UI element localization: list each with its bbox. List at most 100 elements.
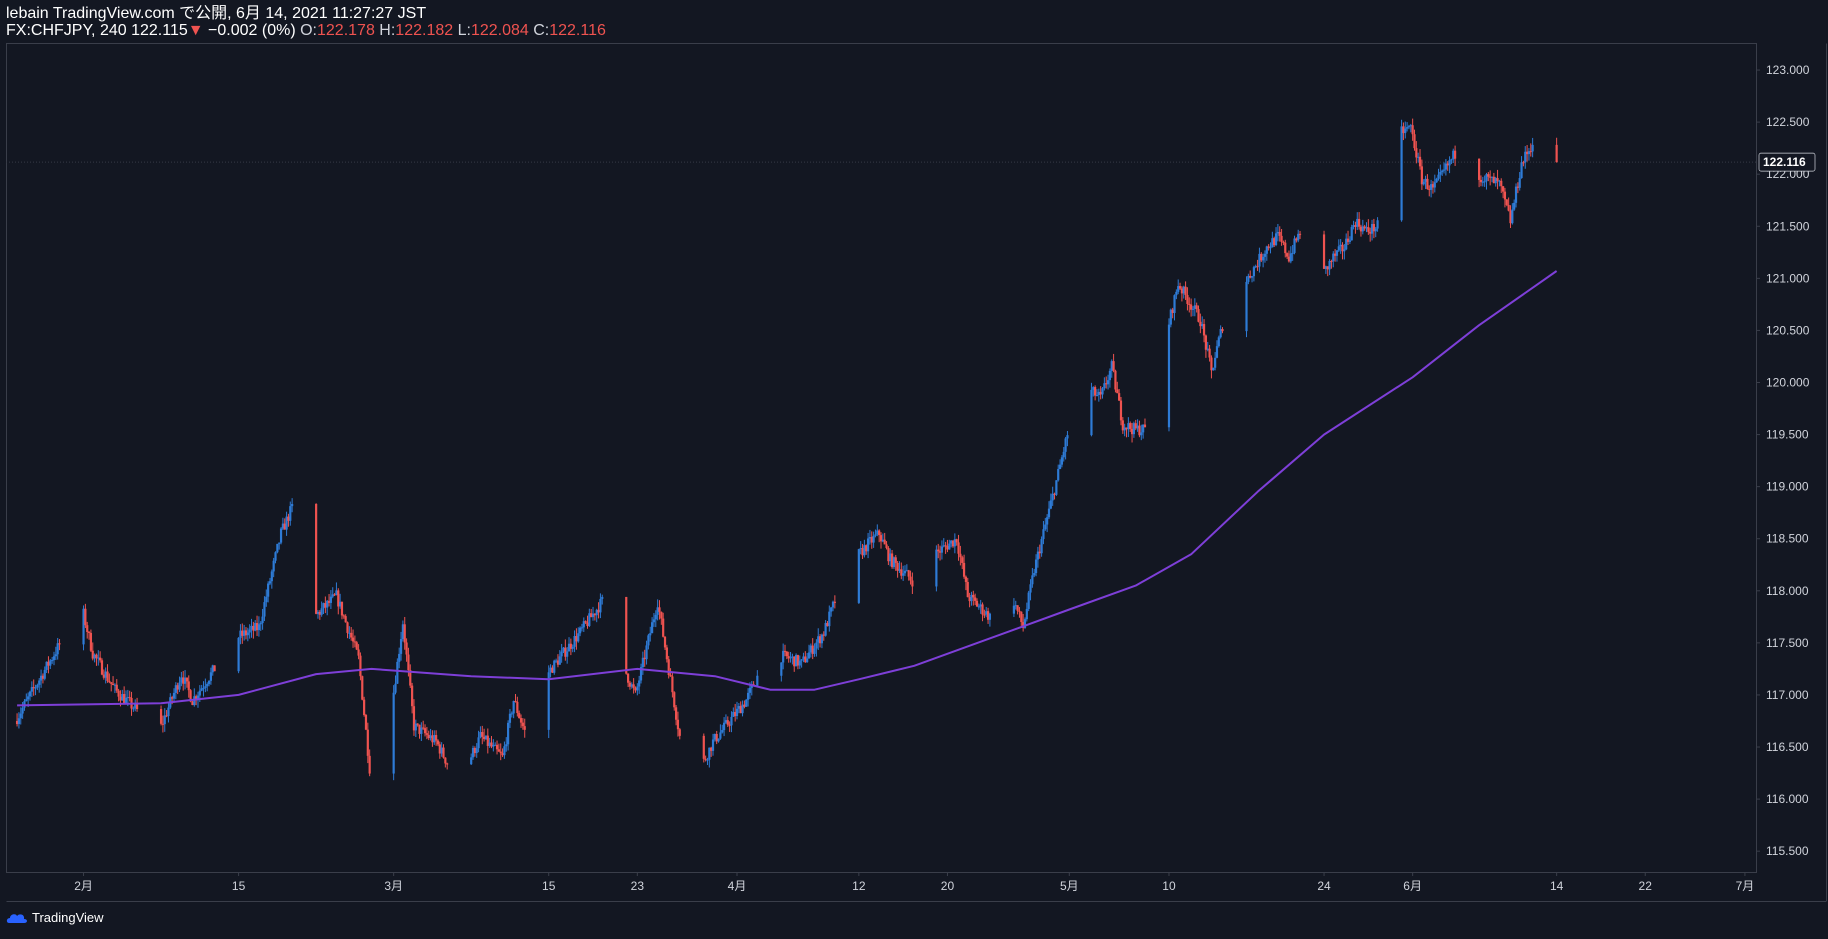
candle-body [364,714,368,730]
candle-body [1278,231,1281,236]
candle-body [883,539,886,545]
candle-body [1020,611,1023,623]
candle-body [1439,171,1442,175]
time-tick-label: 24 [1317,879,1331,893]
candle-body [508,713,512,723]
candle-body [315,504,318,614]
candle-body [974,597,977,601]
candle-body [1167,324,1171,428]
candle-body [248,629,251,633]
candle-body [512,700,515,714]
candle-body [1500,180,1503,187]
candle-body [1186,294,1189,304]
candle-body [21,707,24,714]
candle-body [276,543,279,553]
candle-body [663,636,667,648]
candle-body [1062,451,1065,458]
candle-body [416,723,419,725]
candle-body [403,624,406,643]
candle-body [1118,393,1121,401]
price-axis[interactable]: 123.000122.500122.000121.500121.000120.5… [1756,63,1810,858]
last-price-tag-text: 122.116 [1763,155,1806,169]
candle-body [38,680,41,685]
candle-body [948,543,951,550]
candle-body [1289,253,1292,262]
candle-body [263,602,266,617]
candle-body [405,642,408,655]
candle-body [571,646,574,649]
candle-body [1245,281,1248,332]
price-tick-label: 115.500 [1766,844,1809,858]
candle-body [756,675,759,686]
candle-body [1335,250,1339,256]
candle-body [1217,337,1220,347]
candle-body [1140,432,1143,436]
candle-body [1407,126,1411,128]
candle-body [813,648,816,654]
candle-body [270,571,273,582]
candle-body [34,687,37,689]
candle-body [51,660,54,662]
candle-body [28,691,32,697]
tradingview-logo[interactable]: TradingView [6,910,104,925]
candle-body [1060,457,1064,465]
candle-body [1483,181,1486,183]
candle-body [977,606,980,608]
candle-body [1040,539,1043,554]
candle-body [722,722,726,731]
candle-body [983,614,986,616]
candle-body [159,709,163,724]
candle-body [660,611,663,619]
time-tick-label: 14 [1550,879,1564,893]
candle-body [470,757,473,765]
candle-body [711,739,715,751]
candle-body [1027,592,1030,609]
candle-body [1442,169,1446,171]
candle-body [626,673,630,683]
candle-body [878,530,881,536]
candle-body [1274,233,1278,246]
candle-body [1284,242,1287,254]
candle-body [363,699,366,715]
time-tick-label: 2月 [74,879,93,893]
candle-body [1066,435,1069,439]
candle-body [329,596,332,603]
candle-body [1406,127,1409,129]
candle-body [649,633,652,636]
price-tick-label: 122.500 [1766,115,1810,129]
candle-body [398,653,401,662]
candle-body [178,682,181,690]
candle-body [1501,186,1505,192]
candle-body [1418,156,1422,167]
candle-body [514,700,517,702]
candle-body [1042,529,1045,540]
candle-body [669,675,672,677]
candle-body [1029,584,1032,593]
time-tick-label: 7月 [1736,879,1755,893]
candle-body [207,680,211,685]
candle-body [641,657,644,668]
candle-body [1094,387,1097,396]
candle-body [981,604,984,615]
candle-body [1400,126,1403,221]
candle-body [1064,438,1067,452]
candle-body [815,642,818,649]
candle-body [1348,240,1351,242]
price-chart[interactable]: 123.000122.500122.000121.500121.000120.5… [0,0,1828,939]
candle-body [265,596,268,603]
candle-body [1055,480,1058,495]
candle-body [1350,227,1353,241]
candle-body [423,728,427,734]
candle-body [475,748,478,754]
candle-body [1507,204,1510,211]
candle-body [1496,178,1499,182]
candle-body [1367,227,1370,232]
candle-body [278,542,281,544]
candle-body [584,621,587,623]
candle-body [1520,162,1523,179]
candle-body [1503,191,1507,200]
candle-body [674,707,678,720]
time-axis[interactable]: 2月 15 3月 15 23 4月 12 20 5月 10 24 6月 14 22 7月 [74,872,1754,893]
candle-body [268,581,272,584]
time-tick-label: 3月 [384,879,403,893]
